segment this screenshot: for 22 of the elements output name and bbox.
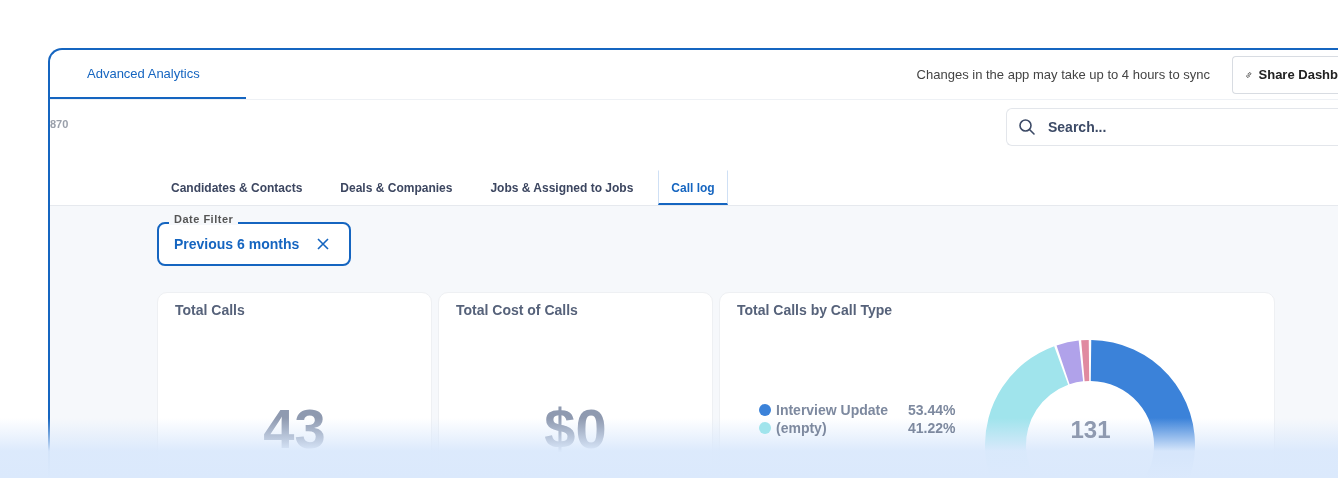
legend-percent: 53.44% xyxy=(908,402,956,418)
date-filter[interactable]: Previous 6 months xyxy=(157,222,351,266)
legend-percent: 41.22% xyxy=(908,420,956,436)
section-tab[interactable]: Candidates & Contacts xyxy=(158,170,316,205)
close-icon[interactable] xyxy=(317,238,330,250)
analytics-tab[interactable]: Advanced Analytics xyxy=(50,50,246,99)
share-dashboard-button[interactable]: Share Dashb xyxy=(1232,55,1338,94)
card-title: Total Cost of Calls xyxy=(456,302,578,318)
section-tab[interactable]: Deals & Companies xyxy=(327,170,466,205)
sync-note: Changes in the app may take up to 4 hours to sync xyxy=(916,67,1210,82)
filter-label: Date Filter xyxy=(169,213,239,225)
stat-value: 43 xyxy=(263,396,326,461)
legend-label: Interview Update xyxy=(776,402,890,418)
section-tab[interactable]: Jobs & Assigned to Jobs xyxy=(477,170,647,205)
card-title: Total Calls by Call Type xyxy=(737,302,894,318)
stat-value: $0 xyxy=(544,396,607,461)
legend-label: (empty) xyxy=(776,420,828,436)
search-field[interactable]: Search... xyxy=(1006,108,1338,146)
search-icon xyxy=(1018,118,1036,136)
id-label: 870 xyxy=(50,118,69,130)
card-title: Total Calls xyxy=(175,302,245,318)
donut-total: 131 xyxy=(1069,416,1112,444)
